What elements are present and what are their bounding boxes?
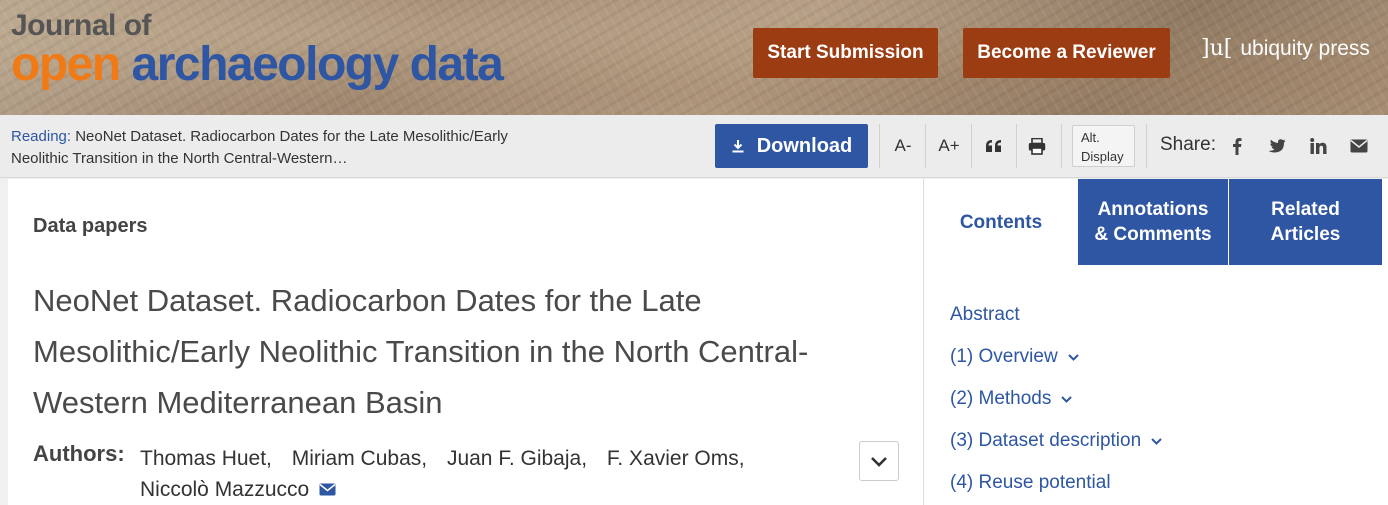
toc-item-overview[interactable]: (1) Overview (950, 336, 1162, 378)
logo-word-open: open (11, 38, 121, 91)
alt-display-line1: Alt. (1081, 130, 1100, 145)
chevron-down-icon (871, 456, 887, 467)
alt-display-line2: Display (1081, 149, 1124, 164)
toc-label: (4) Reuse potential (950, 472, 1111, 493)
journal-logo[interactable]: Journal of open archaeology data (11, 10, 504, 91)
start-submission-button[interactable]: Start Submission (753, 28, 938, 78)
ubiquity-press-logo[interactable]: ]u[ ubiquity press (1201, 36, 1370, 61)
quote-icon (986, 140, 1001, 152)
download-button[interactable]: Download (715, 124, 868, 168)
reading-label: Reading: (11, 128, 72, 145)
linkedin-icon[interactable] (1306, 134, 1330, 158)
article-toolbar: Reading: NeoNet Dataset. Radiocarbon Dat… (0, 115, 1388, 178)
twitter-icon[interactable] (1265, 134, 1289, 158)
tab-related-articles[interactable]: Related Articles (1229, 179, 1382, 265)
authors-list: Thomas Huet, Miriam Cubas, Juan F. Gibaj… (140, 443, 780, 505)
tab-related-line2: Articles (1270, 224, 1341, 245)
toc-item-dataset-description[interactable]: (3) Dataset description (950, 420, 1162, 462)
chevron-down-icon[interactable] (1067, 353, 1079, 361)
print-icon (1028, 137, 1046, 155)
toc-item-abstract[interactable]: Abstract (950, 294, 1162, 336)
facebook-icon[interactable] (1225, 134, 1249, 158)
decrease-font-button[interactable]: A- (880, 124, 926, 168)
tab-annotations-comments[interactable]: Annotations & Comments (1078, 179, 1228, 265)
download-label: Download (756, 134, 853, 157)
toc-label: (1) Overview (950, 346, 1058, 367)
toc-label: (2) Methods (950, 388, 1052, 409)
logo-line2: open archaeology data (11, 38, 504, 91)
tab-annotations-line1: Annotations (1097, 199, 1209, 220)
table-of-contents: Abstract (1) Overview (2) Methods (3) Da… (950, 294, 1162, 504)
share-label: Share: (1160, 134, 1216, 155)
authors-label: Authors: (33, 441, 125, 466)
download-icon (732, 140, 744, 153)
author-name[interactable]: Juan F. Gibaja, (447, 447, 587, 470)
toc-label: (3) Dataset description (950, 430, 1142, 451)
reading-indicator: Reading: NeoNet Dataset. Radiocarbon Dat… (11, 126, 531, 170)
tab-annotations-line2: & Comments (1094, 224, 1212, 245)
divider (1061, 124, 1062, 168)
article-sidebar: Contents Annotations & Comments Related Ar… (923, 179, 1388, 505)
expand-authors-button[interactable] (859, 441, 899, 481)
chevron-down-icon[interactable] (1061, 395, 1073, 403)
ubiquity-mark-icon: ]u[ (1201, 36, 1233, 61)
author-name[interactable]: Thomas Huet, (140, 447, 272, 470)
article-main: Data papers NeoNet Dataset. Radiocarbon … (8, 179, 923, 505)
become-reviewer-button[interactable]: Become a Reviewer (963, 28, 1170, 78)
author-name[interactable]: Miriam Cubas, (292, 447, 427, 470)
section-label: Data papers (33, 215, 148, 237)
cite-button[interactable] (971, 124, 1017, 168)
reading-title: NeoNet Dataset. Radiocarbon Dates for th… (11, 128, 508, 167)
toc-label: Abstract (950, 304, 1020, 325)
divider (1146, 124, 1147, 168)
author-name[interactable]: Niccolò Mazzucco (140, 478, 309, 501)
email-icon[interactable] (1347, 134, 1371, 158)
site-header: Journal of open archaeology data Start S… (0, 0, 1388, 115)
tab-contents[interactable]: Contents (924, 179, 1078, 265)
alt-display-button[interactable]: Alt. Display (1072, 125, 1135, 167)
publisher-name: ubiquity press (1240, 36, 1370, 60)
increase-font-button[interactable]: A+ (926, 124, 972, 168)
author-name[interactable]: F. Xavier Oms, (607, 447, 745, 470)
toc-item-reuse-potential[interactable]: (4) Reuse potential (950, 462, 1162, 504)
tab-related-line1: Related (1271, 199, 1340, 220)
article-title: NeoNet Dataset. Radiocarbon Dates for th… (33, 283, 809, 420)
print-button[interactable] (1014, 124, 1060, 168)
logo-word-archaeology-data: archaeology data (131, 38, 504, 91)
toc-item-methods[interactable]: (2) Methods (950, 378, 1162, 420)
chevron-down-icon[interactable] (1151, 437, 1162, 445)
email-author-icon[interactable] (319, 483, 336, 496)
